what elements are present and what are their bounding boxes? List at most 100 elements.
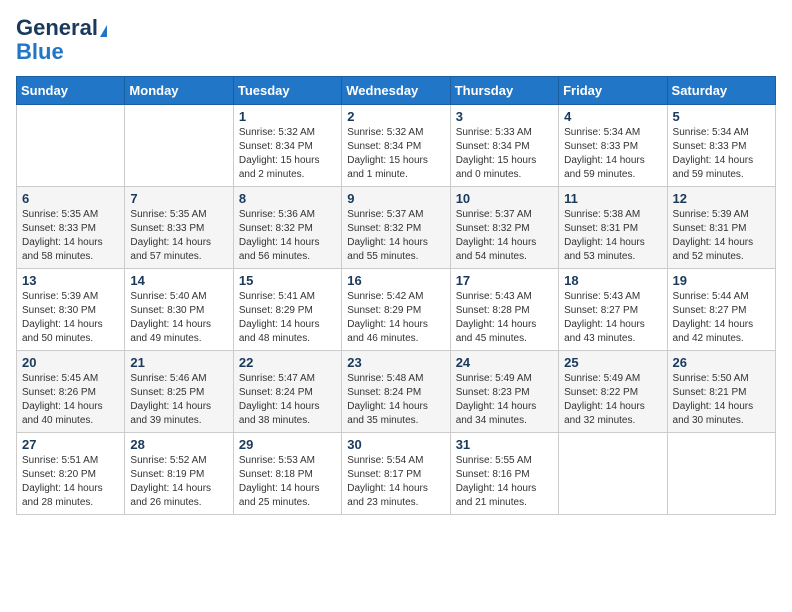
calendar-cell: 3 Sunrise: 5:33 AMSunset: 8:34 PMDaylight… <box>450 105 558 187</box>
day-info: Sunrise: 5:48 AMSunset: 8:24 PMDaylight:… <box>347 372 444 428</box>
day-number: 4 <box>564 109 661 124</box>
day-info: Sunrise: 5:39 AMSunset: 8:30 PMDaylight:… <box>22 290 119 346</box>
day-info: Sunrise: 5:35 AMSunset: 8:33 PMDaylight:… <box>130 208 227 264</box>
day-number: 24 <box>456 355 553 370</box>
calendar-cell: 23 Sunrise: 5:48 AMSunset: 8:24 PMDayligh… <box>342 351 450 433</box>
day-info: Sunrise: 5:50 AMSunset: 8:21 PMDaylight:… <box>673 372 770 428</box>
day-info: Sunrise: 5:37 AMSunset: 8:32 PMDaylight:… <box>347 208 444 264</box>
day-number: 26 <box>673 355 770 370</box>
day-number: 1 <box>239 109 336 124</box>
day-number: 22 <box>239 355 336 370</box>
day-info: Sunrise: 5:34 AMSunset: 8:33 PMDaylight:… <box>564 126 661 182</box>
calendar-table: SundayMondayTuesdayWednesdayThursdayFrid… <box>16 76 776 515</box>
day-number: 6 <box>22 191 119 206</box>
day-number: 9 <box>347 191 444 206</box>
weekday-header-monday: Monday <box>125 77 233 105</box>
calendar-week-4: 20 Sunrise: 5:45 AMSunset: 8:26 PMDayligh… <box>17 351 776 433</box>
weekday-header-thursday: Thursday <box>450 77 558 105</box>
calendar-cell: 2Sunrise: 5:32 AMSunset: 8:34 PMDaylight… <box>342 105 450 187</box>
calendar-cell: 26 Sunrise: 5:50 AMSunset: 8:21 PMDayligh… <box>667 351 775 433</box>
day-number: 31 <box>456 437 553 452</box>
day-info: Sunrise: 5:35 AMSunset: 8:33 PMDaylight:… <box>22 208 119 264</box>
logo: General Blue <box>16 16 107 64</box>
day-number: 19 <box>673 273 770 288</box>
day-number: 13 <box>22 273 119 288</box>
weekday-header-wednesday: Wednesday <box>342 77 450 105</box>
calendar-cell <box>125 105 233 187</box>
calendar-week-2: 6 Sunrise: 5:35 AMSunset: 8:33 PMDaylight… <box>17 187 776 269</box>
day-number: 15 <box>239 273 336 288</box>
calendar-cell: 15 Sunrise: 5:41 AMSunset: 8:29 PMDayligh… <box>233 269 341 351</box>
day-number: 23 <box>347 355 444 370</box>
weekday-header-saturday: Saturday <box>667 77 775 105</box>
logo-blue-text: Blue <box>16 39 64 64</box>
calendar-cell: 18 Sunrise: 5:43 AMSunset: 8:27 PMDayligh… <box>559 269 667 351</box>
weekday-header-friday: Friday <box>559 77 667 105</box>
day-number: 30 <box>347 437 444 452</box>
calendar-cell <box>559 433 667 515</box>
calendar-week-5: 27 Sunrise: 5:51 AMSunset: 8:20 PMDayligh… <box>17 433 776 515</box>
calendar-cell: 19 Sunrise: 5:44 AMSunset: 8:27 PMDayligh… <box>667 269 775 351</box>
calendar-cell: 16Sunrise: 5:42 AMSunset: 8:29 PMDayligh… <box>342 269 450 351</box>
weekday-header-tuesday: Tuesday <box>233 77 341 105</box>
day-number: 29 <box>239 437 336 452</box>
calendar-cell: 14 Sunrise: 5:40 AMSunset: 8:30 PMDayligh… <box>125 269 233 351</box>
day-number: 27 <box>22 437 119 452</box>
day-info: Sunrise: 5:37 AMSunset: 8:32 PMDaylight:… <box>456 208 553 264</box>
day-info: Sunrise: 5:32 AMSunset: 8:34 PMDaylight:… <box>347 126 444 182</box>
calendar-cell: 6 Sunrise: 5:35 AMSunset: 8:33 PMDaylight… <box>17 187 125 269</box>
day-number: 18 <box>564 273 661 288</box>
calendar-cell: 10 Sunrise: 5:37 AMSunset: 8:32 PMDayligh… <box>450 187 558 269</box>
day-number: 14 <box>130 273 227 288</box>
day-info: Sunrise: 5:51 AMSunset: 8:20 PMDaylight:… <box>22 454 119 510</box>
calendar-cell: 13 Sunrise: 5:39 AMSunset: 8:30 PMDayligh… <box>17 269 125 351</box>
calendar-cell: 4 Sunrise: 5:34 AMSunset: 8:33 PMDaylight… <box>559 105 667 187</box>
day-number: 28 <box>130 437 227 452</box>
day-number: 3 <box>456 109 553 124</box>
day-number: 7 <box>130 191 227 206</box>
day-number: 17 <box>456 273 553 288</box>
day-info: Sunrise: 5:43 AMSunset: 8:28 PMDaylight:… <box>456 290 553 346</box>
day-number: 5 <box>673 109 770 124</box>
logo-text: General <box>16 16 107 40</box>
calendar-cell: 21Sunrise: 5:46 AMSunset: 8:25 PMDayligh… <box>125 351 233 433</box>
calendar-week-3: 13 Sunrise: 5:39 AMSunset: 8:30 PMDayligh… <box>17 269 776 351</box>
day-info: Sunrise: 5:40 AMSunset: 8:30 PMDaylight:… <box>130 290 227 346</box>
calendar-cell: 17 Sunrise: 5:43 AMSunset: 8:28 PMDayligh… <box>450 269 558 351</box>
calendar-cell <box>667 433 775 515</box>
day-info: Sunrise: 5:41 AMSunset: 8:29 PMDaylight:… <box>239 290 336 346</box>
day-info: Sunrise: 5:32 AMSunset: 8:34 PMDaylight:… <box>239 126 336 182</box>
calendar-cell: 7 Sunrise: 5:35 AMSunset: 8:33 PMDaylight… <box>125 187 233 269</box>
day-info: Sunrise: 5:44 AMSunset: 8:27 PMDaylight:… <box>673 290 770 346</box>
day-info: Sunrise: 5:45 AMSunset: 8:26 PMDaylight:… <box>22 372 119 428</box>
day-number: 20 <box>22 355 119 370</box>
day-info: Sunrise: 5:54 AMSunset: 8:17 PMDaylight:… <box>347 454 444 510</box>
calendar-cell: 5 Sunrise: 5:34 AMSunset: 8:33 PMDaylight… <box>667 105 775 187</box>
day-info: Sunrise: 5:33 AMSunset: 8:34 PMDaylight:… <box>456 126 553 182</box>
day-info: Sunrise: 5:43 AMSunset: 8:27 PMDaylight:… <box>564 290 661 346</box>
weekday-header-row: SundayMondayTuesdayWednesdayThursdayFrid… <box>17 77 776 105</box>
day-number: 11 <box>564 191 661 206</box>
calendar-cell: 12Sunrise: 5:39 AMSunset: 8:31 PMDayligh… <box>667 187 775 269</box>
day-number: 8 <box>239 191 336 206</box>
day-info: Sunrise: 5:39 AMSunset: 8:31 PMDaylight:… <box>673 208 770 264</box>
calendar-cell: 27 Sunrise: 5:51 AMSunset: 8:20 PMDayligh… <box>17 433 125 515</box>
calendar-cell: 9 Sunrise: 5:37 AMSunset: 8:32 PMDaylight… <box>342 187 450 269</box>
calendar-cell: 20 Sunrise: 5:45 AMSunset: 8:26 PMDayligh… <box>17 351 125 433</box>
day-info: Sunrise: 5:47 AMSunset: 8:24 PMDaylight:… <box>239 372 336 428</box>
calendar-cell <box>17 105 125 187</box>
day-number: 25 <box>564 355 661 370</box>
day-number: 10 <box>456 191 553 206</box>
calendar-cell: 29 Sunrise: 5:53 AMSunset: 8:18 PMDayligh… <box>233 433 341 515</box>
day-info: Sunrise: 5:52 AMSunset: 8:19 PMDaylight:… <box>130 454 227 510</box>
calendar-cell: 1 Sunrise: 5:32 AMSunset: 8:34 PMDaylight… <box>233 105 341 187</box>
calendar-cell: 24Sunrise: 5:49 AMSunset: 8:23 PMDayligh… <box>450 351 558 433</box>
day-info: Sunrise: 5:38 AMSunset: 8:31 PMDaylight:… <box>564 208 661 264</box>
day-info: Sunrise: 5:53 AMSunset: 8:18 PMDaylight:… <box>239 454 336 510</box>
day-info: Sunrise: 5:49 AMSunset: 8:22 PMDaylight:… <box>564 372 661 428</box>
day-info: Sunrise: 5:34 AMSunset: 8:33 PMDaylight:… <box>673 126 770 182</box>
calendar-cell: 11 Sunrise: 5:38 AMSunset: 8:31 PMDayligh… <box>559 187 667 269</box>
calendar-cell: 22 Sunrise: 5:47 AMSunset: 8:24 PMDayligh… <box>233 351 341 433</box>
calendar-cell: 25 Sunrise: 5:49 AMSunset: 8:22 PMDayligh… <box>559 351 667 433</box>
calendar-cell: 30 Sunrise: 5:54 AMSunset: 8:17 PMDayligh… <box>342 433 450 515</box>
